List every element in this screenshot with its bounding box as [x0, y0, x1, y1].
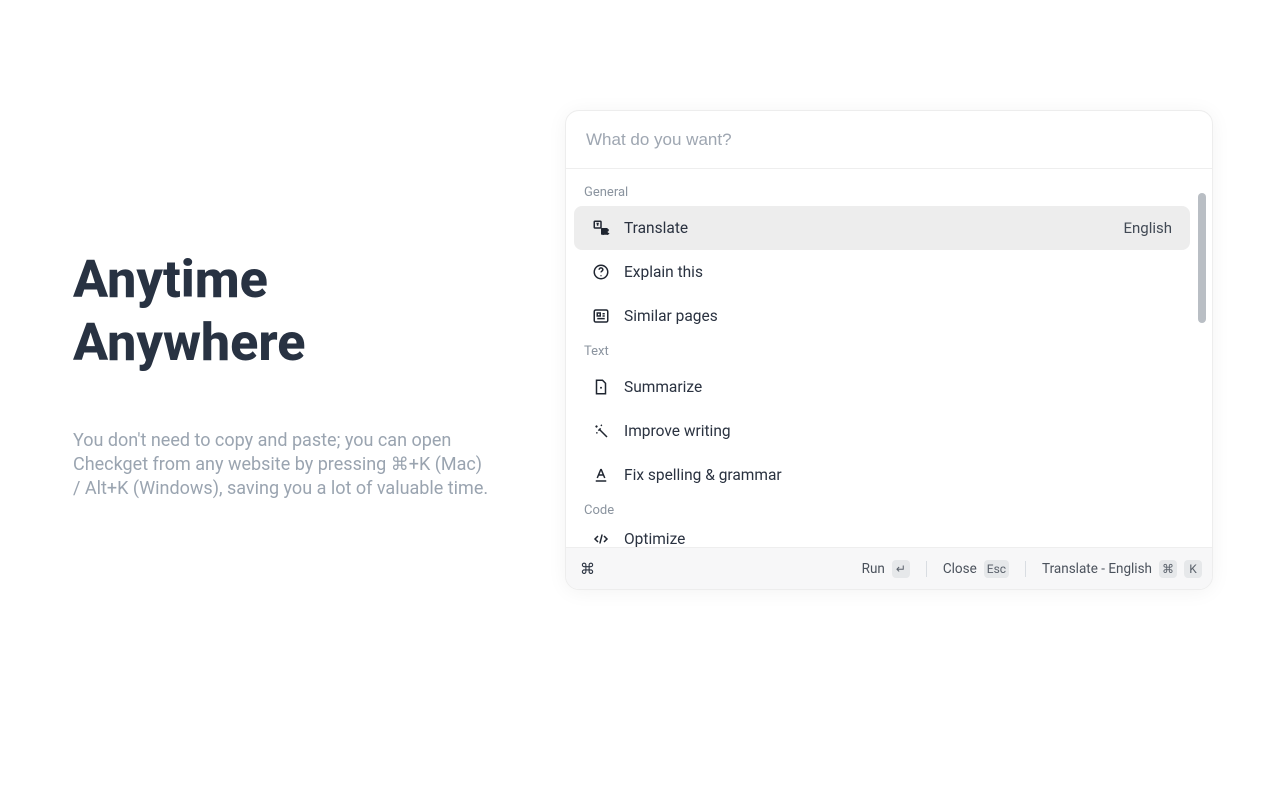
palette-footer: ⌘ Run ↵ Close Esc Translate - English ⌘ … — [566, 547, 1212, 589]
item-label: Improve writing — [624, 422, 1172, 440]
command-list-wrap: General 文 Translate English — [566, 169, 1212, 547]
close-label: Close — [943, 561, 977, 577]
hero-title-line2: Anywhere — [73, 312, 305, 373]
footer-close[interactable]: Close Esc — [943, 560, 1009, 578]
item-trail: English — [1123, 219, 1172, 237]
item-optimize[interactable]: Optimize — [574, 524, 1190, 547]
section-label-text: Text — [566, 338, 1198, 365]
footer-run[interactable]: Run ↵ — [862, 560, 910, 578]
item-explain[interactable]: Explain this — [574, 250, 1190, 294]
action-label: Translate - English — [1042, 561, 1152, 577]
cmd-key-icon: ⌘ — [1159, 560, 1177, 578]
separator — [1025, 561, 1026, 577]
scrollbar[interactable] — [1198, 193, 1206, 323]
text-underline-icon — [592, 466, 610, 484]
question-circle-icon — [592, 263, 610, 281]
section-label-general: General — [566, 179, 1198, 206]
item-label: Explain this — [624, 263, 1172, 281]
item-summarize[interactable]: Summarize — [574, 365, 1190, 409]
code-icon — [592, 530, 610, 547]
hero: Anytime Anywhere You don't need to copy … — [73, 248, 493, 502]
item-similar[interactable]: Similar pages — [574, 294, 1190, 338]
k-key-icon: K — [1184, 560, 1202, 578]
command-list: General 文 Translate English — [566, 169, 1198, 547]
item-label: Summarize — [624, 378, 1172, 396]
translate-icon: 文 — [592, 219, 610, 237]
command-palette: General 文 Translate English — [565, 110, 1213, 590]
search-input[interactable] — [584, 129, 1194, 151]
run-label: Run — [862, 561, 885, 577]
item-label: Fix spelling & grammar — [624, 466, 1172, 484]
hero-body: You don't need to copy and paste; you ca… — [73, 429, 493, 502]
newspaper-icon — [592, 307, 610, 325]
item-label: Translate — [624, 219, 1109, 237]
esc-key-icon: Esc — [984, 560, 1009, 578]
section-label-code: Code — [566, 497, 1198, 524]
item-improve[interactable]: Improve writing — [574, 409, 1190, 453]
command-icon: ⌘ — [580, 560, 595, 578]
item-label: Optimize — [624, 530, 1172, 547]
enter-key-icon: ↵ — [892, 560, 910, 578]
magic-wand-icon — [592, 422, 610, 440]
item-label: Similar pages — [624, 307, 1172, 325]
item-translate[interactable]: 文 Translate English — [574, 206, 1190, 250]
hero-title-line1: Anytime — [73, 249, 268, 310]
separator — [926, 561, 927, 577]
hero-title: Anytime Anywhere — [73, 248, 493, 375]
item-fix[interactable]: Fix spelling & grammar — [574, 453, 1190, 497]
search-bar — [566, 111, 1212, 169]
document-icon — [592, 378, 610, 396]
footer-action[interactable]: Translate - English ⌘ K — [1042, 560, 1202, 578]
